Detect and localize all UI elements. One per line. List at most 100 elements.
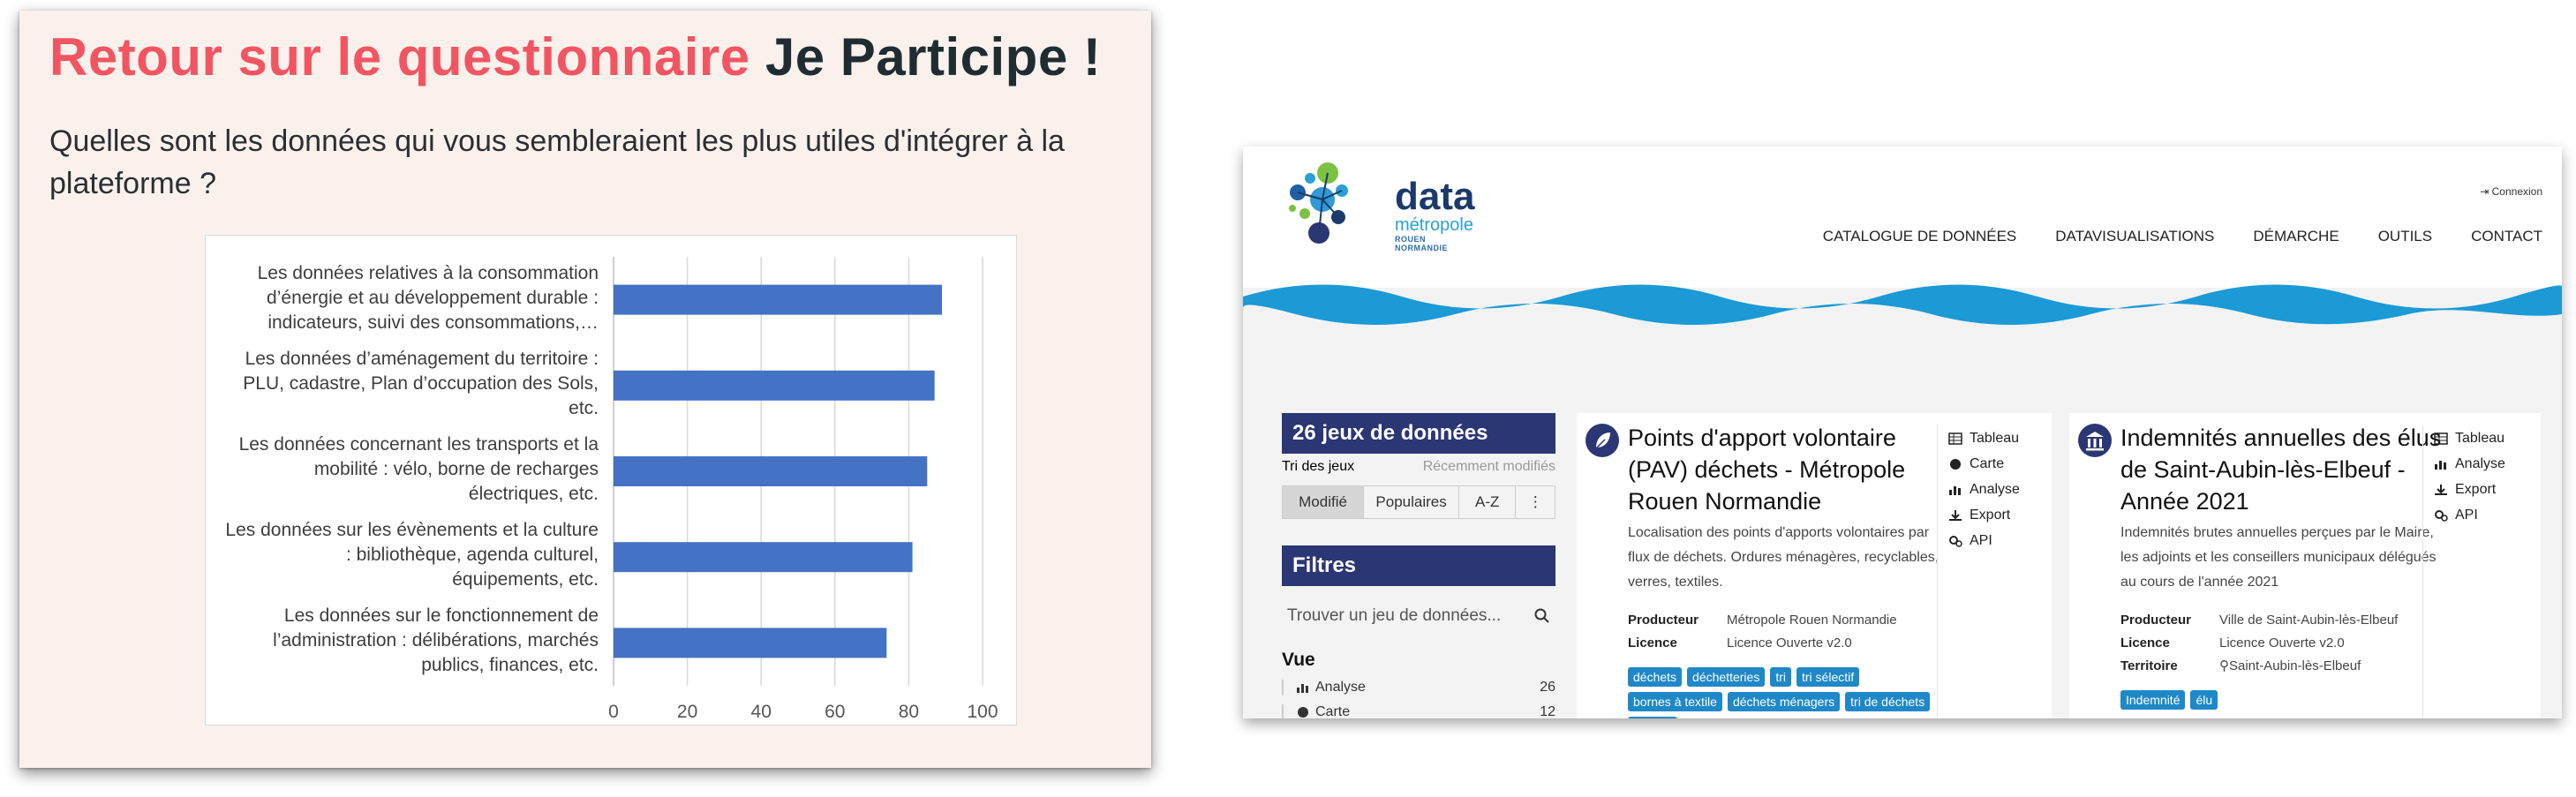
title-line: Points d'apport volontaire [1628, 425, 1896, 451]
category-label-line: d’énergie et au développement durable : [267, 287, 599, 308]
nav-item-outils[interactable]: OUTILS [2378, 228, 2432, 245]
meta-value: Licence Ouverte v2.0 [1727, 635, 1852, 650]
tag[interactable]: Indemnité [2120, 690, 2186, 710]
slide-title-dark: Je Participe ! [765, 27, 1102, 86]
meta-value: Saint-Aubin-lès-Elbeuf [2229, 658, 2361, 673]
search-placeholder: Trouver un jeu de données... [1287, 606, 1502, 625]
category-label-line: électriques, etc. [468, 484, 599, 504]
tag-list: déchets déchetteries tri tri sélectif bo… [1628, 667, 1946, 718]
title-line: Indemnités annuelles des élus [2120, 425, 2442, 451]
category-label: Les données d’aménagement du territoire … [206, 347, 599, 421]
category-label-line: Les données sur les évènements et la cul… [225, 520, 599, 541]
category-label-line: PLU, cadastre, Plan d’occupation des Sol… [243, 372, 599, 394]
action-label: Export [2455, 481, 2497, 497]
nav-item-catalogue[interactable]: CATALOGUE DE DONNÉES [1823, 228, 2016, 245]
dataset-title[interactable]: Indemnités annuelles des élus de Saint-A… [2120, 422, 2441, 517]
facet-count: 26 [1540, 680, 1555, 695]
tab-a-z[interactable]: A-Z [1459, 486, 1517, 518]
facet-analyse[interactable]: Analyse 26 [1282, 680, 1555, 695]
filters-sidebar: 26 jeux de données Tri des jeux Récemmen… [1282, 413, 1555, 718]
dataset-actions: Tableau Analyse Export API [2422, 425, 2505, 718]
action-carte[interactable]: Carte [1948, 451, 2020, 477]
molecule-logo-icon [1289, 162, 1348, 244]
desc-line: Indemnités brutes annuelles perçues par … [2120, 525, 2434, 540]
presentation-slide: Retour sur le questionnaire Je Participe… [19, 11, 1151, 768]
dataset-description: Indemnités brutes annuelles perçues par … [2120, 521, 2437, 595]
nav-item-demarche[interactable]: DÉMARCHE [2253, 228, 2339, 245]
action-analyse[interactable]: Analyse [2434, 451, 2505, 477]
tag[interactable]: textiles [1628, 717, 1677, 718]
bar [614, 284, 943, 315]
action-api[interactable]: API [2434, 502, 2505, 528]
category-label: Les données sur les évènements et la cul… [206, 518, 599, 592]
data-metropole-logo[interactable]: data métropole ROUEN NORMANDIE [1278, 155, 1474, 261]
action-label: API [2455, 507, 2478, 523]
action-api[interactable]: API [1948, 528, 2020, 553]
nav-item-contact[interactable]: CONTACT [2471, 228, 2542, 245]
meta-key: Producteur [1628, 613, 1699, 628]
tag[interactable]: élu [2190, 690, 2218, 710]
bar [614, 370, 935, 401]
tag[interactable]: tri de déchets [1845, 692, 1931, 711]
title-line: Rouen Normandie [1628, 488, 1822, 515]
category-label: Les données sur le fonctionnement de l’ad… [206, 604, 599, 678]
category-label-line: Les données d’aménagement du territoire … [245, 348, 599, 369]
category-label-line: équipements, etc. [452, 569, 599, 590]
leaf-icon [1586, 424, 1619, 457]
search-icon[interactable] [1534, 608, 1550, 624]
category-label-line: Les données sur le fonctionnement de [283, 605, 599, 627]
slide-question: Quelles sont les données qui vous semble… [49, 124, 1065, 200]
tag[interactable]: déchets ménagers [1727, 692, 1841, 711]
website-screenshot: data métropole ROUEN NORMANDIE ⇥ Connexi… [1243, 147, 2562, 718]
action-tableau[interactable]: Tableau [1948, 425, 2020, 451]
action-tableau[interactable]: Tableau [2434, 425, 2505, 451]
vue-facet-title: Vue [1282, 650, 1315, 670]
tab-populaires[interactable]: Populaires [1364, 486, 1460, 518]
dataset-meta: Producteur Ville de Saint-Aubin-lès-Elbeu… [2120, 609, 2398, 678]
tab-modifie[interactable]: Modifié [1283, 486, 1365, 518]
logo-text-rouen: ROUEN NORMANDIE [1395, 235, 1448, 252]
main-nav: CATALOGUE DE DONNÉES DATAVISUALISATIONS … [1823, 228, 2542, 245]
sort-recent[interactable]: Récemment modifiés [1423, 459, 1555, 475]
more-options-icon[interactable]: ⋮ [1516, 486, 1555, 518]
dataset-actions: Tableau Carte Analyse Export API [1937, 425, 2020, 718]
dataset-card[interactable]: Indemnités annuelles des élus de Saint-A… [2069, 413, 2541, 718]
meta-key: Producteur [2120, 613, 2192, 628]
dataset-card[interactable]: Points d'apport volontaire (PAV) déchets… [1577, 413, 2052, 718]
action-export[interactable]: Export [1948, 502, 2020, 528]
tag[interactable]: déchetteries [1687, 667, 1766, 687]
gears-icon [2435, 509, 2448, 522]
dataset-search-input[interactable]: Trouver un jeu de données... [1282, 598, 1555, 634]
login-label: Connexion [2491, 185, 2542, 198]
map-marker-icon: ⚲ [2219, 658, 2229, 673]
bar [614, 542, 913, 573]
facet-carte[interactable]: Carte 12 [1282, 704, 1555, 718]
tag[interactable]: tri sélectif [1796, 667, 1860, 687]
download-icon [1949, 509, 1962, 521]
x-tick-label: 60 [825, 702, 845, 722]
category-label-line: Les données relatives à la consommation [257, 262, 599, 283]
meta-key: Territoire [2120, 658, 2178, 673]
category-label-line: indicateurs, suivi des consommations,… [267, 312, 599, 333]
meta-key: Licence [2120, 635, 2170, 650]
dataset-title[interactable]: Points d'apport volontaire (PAV) déchets… [1628, 422, 1905, 517]
login-link[interactable]: ⇥ Connexion [2480, 185, 2542, 198]
decorative-wave [1243, 284, 2562, 325]
action-export[interactable]: Export [2434, 477, 2505, 502]
globe-icon [1298, 707, 1308, 718]
dataset-count: 26 jeux de données [1282, 413, 1555, 454]
bar-chart-icon [1949, 485, 1961, 495]
nav-item-datavisualisations[interactable]: DATAVISUALISATIONS [2055, 228, 2214, 245]
action-label: API [1970, 532, 1992, 548]
category-label: Les données relatives à la consommation d… [206, 261, 599, 335]
tag[interactable]: bornes à textile [1628, 692, 1722, 711]
action-analyse[interactable]: Analyse [1948, 477, 2020, 502]
desc-line: Localisation des points d'apports volont… [1628, 525, 1930, 540]
city-hall-icon [2078, 424, 2112, 457]
sort-label: Tri des jeux [1282, 459, 1355, 474]
category-label-line: mobilité : vélo, borne de recharges [313, 459, 599, 479]
tag[interactable]: tri [1770, 667, 1791, 687]
logo-text-metropole: métropole [1395, 215, 1473, 235]
tag[interactable]: déchets [1628, 667, 1683, 687]
bar-chart-icon [1297, 684, 1308, 693]
